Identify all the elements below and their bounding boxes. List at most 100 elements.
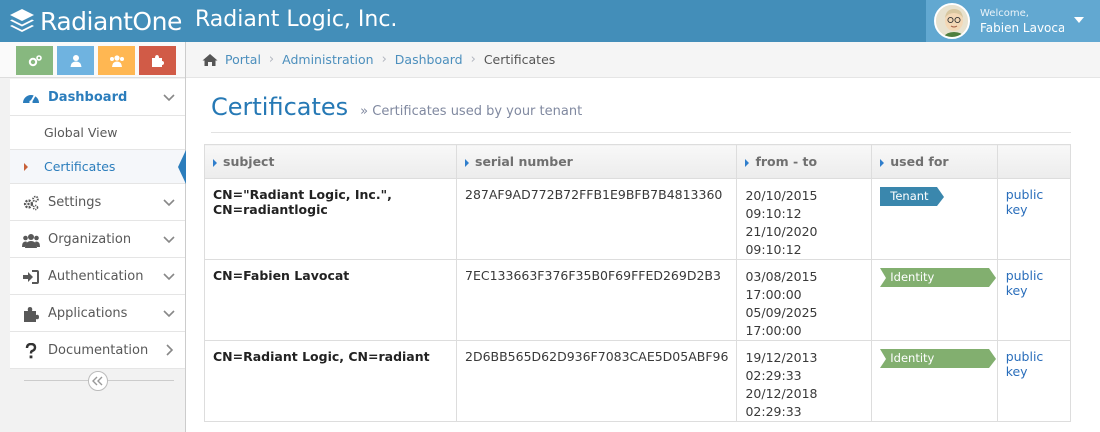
gears-icon [28,54,42,66]
avatar-face-icon [936,5,968,37]
subject-text: CN=Fabien Lavocat [213,268,350,283]
cell-subject: CN=Fabien Lavocat [204,259,457,341]
public-key-link[interactable]: public key [1006,268,1044,298]
cell-serial: 287AF9AD772B72FFB1E9BFB7B4813360 [455,178,738,260]
usage-badge-text: Identity Provider [890,351,938,384]
sidebar-item-organization[interactable]: Organization [10,221,185,258]
date-from: 03/08/2015 17:00:00 [745,269,818,302]
dashboard-icon [23,94,39,104]
sidebar-item-authentication[interactable]: Authentication [10,258,185,295]
table-header-row: subject serial number from - to used for [204,144,1072,179]
cell-used-for: Tenant [871,178,998,260]
column-header-subject[interactable]: subject [204,144,457,179]
breadcrumb: Portal › Administration › Dashboard › Ce… [186,42,1100,78]
cell-dates: 20/10/2015 09:10:12 21/10/2020 09:10:12 [736,178,873,260]
shortcut-settings-button[interactable] [16,46,53,75]
sidebar-subitem-global-view[interactable]: Global View [10,116,185,150]
sidebar-subitem-certificates[interactable]: Certificates [10,150,186,184]
column-header-label: used for [890,154,949,169]
page-subtitle-text: Certificates used by your tenant [372,104,583,119]
date-from: 19/12/2013 02:29:33 [745,350,818,383]
user-menu[interactable]: Welcome, Fabien Lavocat [926,0,1100,42]
cell-serial: 2D6BB565D62D936F7083CAE5D05ABF96 [455,340,738,422]
certificates-table: subject serial number from - to used for… [204,144,1072,422]
user-name: Fabien Lavocat [980,21,1064,35]
sidebar-item-label: Dashboard [48,90,128,105]
chevron-down-icon [163,273,175,281]
public-key-link[interactable]: public key [1006,349,1044,379]
chevron-down-icon [163,94,175,102]
subject-text: CN=Radiant Logic, CN=radiant [213,349,430,364]
caret-down-icon[interactable] [1074,17,1084,23]
sidebar-item-label: Documentation [48,343,149,358]
page-header: Certificates » Certificates used by your… [211,93,1071,133]
breadcrumb-separator-icon: › [381,52,387,67]
sort-caret-icon [213,158,217,167]
user-icon [70,55,81,67]
breadcrumb-dashboard[interactable]: Dashboard [395,52,463,67]
tenant-name: Radiant Logic, Inc. [195,7,398,32]
cell-serial: 7EC133663F376F35B0F69FFED269D2B3 [455,259,738,341]
column-header-label: serial number [475,154,573,169]
breadcrumb-separator-icon: › [470,52,476,67]
question-icon [25,343,37,359]
users-icon [22,234,40,248]
serial-text: 7EC133663F376F35B0F69FFED269D2B3 [465,268,721,283]
table-row: CN="Radiant Logic, Inc.", CN=radiantlogi… [204,178,1072,260]
cell-dates: 19/12/2013 02:29:33 20/12/2018 02:29:33 [736,340,873,422]
chevron-down-icon [163,236,175,244]
sign-in-icon [23,270,39,284]
table-row: CN=Radiant Logic, CN=radiant 2D6BB565D62… [204,340,1072,422]
double-chevron-left-icon [92,376,103,386]
shortcut-users-button[interactable] [98,46,135,75]
column-header-serial[interactable]: serial number [455,144,738,179]
sidebar-shortcuts [0,42,185,78]
layers-logo-icon [10,9,34,32]
shortcut-user-button[interactable] [57,46,94,75]
sidebar-item-dashboard[interactable]: Dashboard [10,79,185,116]
puzzle-icon [24,307,39,322]
date-to: 05/09/2025 17:00:00 [745,305,818,338]
chevron-right-icon [166,344,174,356]
breadcrumb-portal[interactable]: Portal [225,52,261,67]
sidebar-item-documentation[interactable]: Documentation [10,332,185,369]
serial-text: 2D6BB565D62D936F7083CAE5D05ABF96 [465,349,729,364]
sort-caret-icon [745,158,750,167]
sidebar-item-applications[interactable]: Applications [10,295,185,332]
shortcut-applications-button[interactable] [139,46,176,75]
chevron-down-icon [163,199,175,207]
date-from: 20/10/2015 09:10:12 [745,188,818,221]
sidebar-item-settings[interactable]: Settings [10,184,185,221]
sidebar-collapse-button[interactable] [88,371,108,391]
avatar [934,3,970,39]
page-subtitle: » Certificates used by your tenant [360,104,583,119]
usage-badge: Identity Provider [880,349,996,384]
users-icon [109,55,124,67]
public-key-link[interactable]: public key [1006,187,1044,217]
user-text: Welcome, Fabien Lavocat [980,7,1064,35]
column-header-actions [996,144,1072,179]
breadcrumb-administration[interactable]: Administration [282,52,373,67]
sidebar-item-label: Applications [48,306,128,321]
table-row: CN=Fabien Lavocat 7EC133663F376F35B0F69F… [204,259,1072,341]
brand[interactable]: RadiantOne [8,4,182,38]
badge-arrow-icon [988,268,996,287]
sort-caret-icon [880,158,885,167]
home-icon[interactable] [202,53,218,67]
subject-text: CN="Radiant Logic, Inc.", CN=radiantlogi… [213,187,392,217]
gears-icon [23,195,39,211]
breadcrumb-current: Certificates [483,52,556,67]
page-title: Certificates [211,93,349,121]
cell-action: public key [996,259,1072,341]
sidebar-subitem-label: Certificates [44,159,116,174]
usage-badge: Identity Provider [880,268,996,303]
cell-used-for: Identity Provider [871,340,998,422]
top-navbar: RadiantOne Radiant Logic, Inc. Welcome, … [0,0,1100,42]
cell-subject: CN="Radiant Logic, Inc.", CN=radiantlogi… [204,178,457,260]
column-header-from-to[interactable]: from - to [736,144,873,179]
cell-used-for: Identity Provider [871,259,998,341]
date-to: 21/10/2020 09:10:12 [745,224,818,257]
sort-caret-icon [465,158,469,167]
cell-action: public key [996,178,1072,260]
column-header-used-for[interactable]: used for [871,144,998,179]
